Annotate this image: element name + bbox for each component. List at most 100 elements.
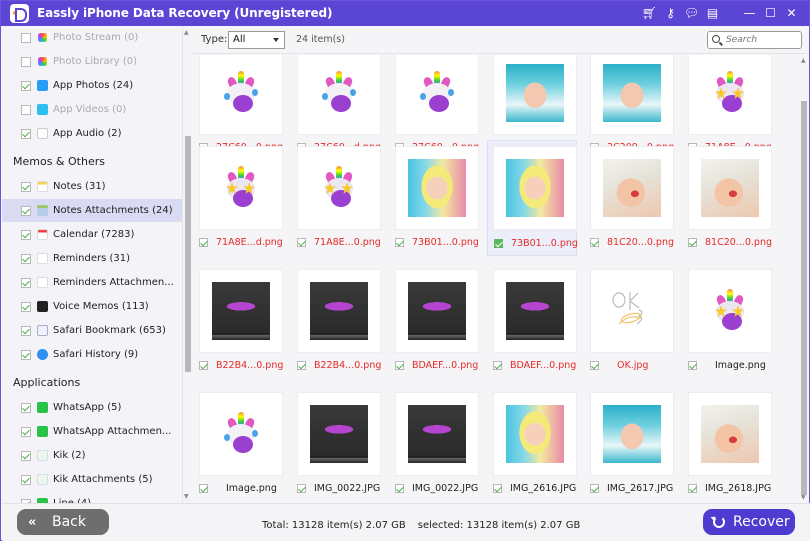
file-checkbox[interactable] — [590, 238, 599, 247]
scroll-up-arrow-icon[interactable]: ▲ — [801, 57, 806, 64]
sidebar-item-checkbox[interactable] — [21, 325, 31, 336]
file-item[interactable]: B22B4...0.png — [291, 263, 381, 379]
file-thumbnail[interactable] — [688, 146, 772, 230]
sidebar-item[interactable]: Photo Library (0) — [2, 50, 182, 73]
cart-icon[interactable]: 🛒︎ — [640, 4, 659, 23]
file-thumbnail[interactable] — [590, 55, 674, 135]
sidebar-item-checkbox[interactable] — [21, 32, 31, 43]
sidebar-item-checkbox[interactable] — [21, 253, 31, 264]
file-thumbnail[interactable] — [688, 392, 772, 476]
sidebar-item-checkbox[interactable] — [21, 349, 31, 360]
file-thumbnail[interactable] — [297, 146, 381, 230]
file-thumbnail[interactable] — [688, 269, 772, 353]
grid-scroll-thumb[interactable] — [801, 101, 807, 495]
file-checkbox[interactable] — [493, 484, 502, 493]
file-thumbnail[interactable] — [199, 269, 283, 353]
sidebar-scroll-thumb[interactable] — [185, 136, 191, 372]
type-dropdown[interactable]: All — [228, 31, 285, 49]
sidebar-item[interactable]: Kik (2) — [2, 444, 182, 467]
file-item[interactable]: 73B01...0.png — [389, 140, 479, 256]
file-item[interactable]: IMG_2617.JPG — [584, 386, 674, 502]
file-checkbox[interactable] — [199, 361, 208, 370]
file-checkbox[interactable] — [688, 484, 697, 493]
file-checkbox[interactable] — [493, 361, 502, 370]
recover-button[interactable]: Recover — [703, 509, 795, 535]
scroll-down-arrow-icon[interactable]: ▼ — [184, 493, 189, 500]
sidebar-item[interactable]: Line (4) — [2, 492, 182, 503]
file-checkbox[interactable] — [688, 238, 697, 247]
file-thumbnail[interactable] — [199, 392, 283, 476]
key-icon[interactable]: ⚷ — [661, 4, 680, 23]
sidebar-item[interactable]: WhatsApp Attachmen... — [2, 420, 182, 443]
sidebar-item[interactable]: Safari Bookmark (653) — [2, 319, 182, 342]
file-checkbox[interactable] — [688, 361, 697, 370]
file-item[interactable]: 81C20...0.png — [584, 140, 674, 256]
file-thumbnail[interactable] — [395, 392, 479, 476]
file-checkbox[interactable] — [395, 361, 404, 370]
sidebar-item[interactable]: Reminders (31) — [2, 247, 182, 270]
file-item[interactable]: Image.png — [193, 386, 283, 502]
file-checkbox[interactable] — [297, 361, 306, 370]
file-thumbnail[interactable] — [395, 146, 479, 230]
file-item[interactable]: 73B01...0.png — [487, 140, 578, 256]
sidebar-item-checkbox[interactable] — [21, 450, 31, 461]
file-thumbnail[interactable] — [493, 146, 577, 230]
file-item[interactable]: Image.png — [682, 263, 772, 379]
sidebar-item-checkbox[interactable] — [21, 181, 31, 192]
file-item[interactable]: IMG_2616.JPG — [487, 386, 577, 502]
sidebar-item-checkbox[interactable] — [21, 301, 31, 312]
file-thumbnail[interactable] — [590, 146, 674, 230]
file-checkbox[interactable] — [494, 239, 503, 248]
sidebar-item-checkbox[interactable] — [21, 205, 31, 216]
sidebar-item[interactable]: App Videos (0) — [2, 98, 182, 121]
sidebar-item-checkbox[interactable] — [21, 56, 31, 67]
file-checkbox[interactable] — [395, 238, 404, 247]
file-thumbnail[interactable] — [395, 55, 479, 135]
file-thumbnail[interactable] — [590, 269, 674, 353]
sidebar-item[interactable]: Reminders Attachmen... — [2, 271, 182, 294]
file-thumbnail[interactable] — [395, 269, 479, 353]
scroll-down-arrow-icon[interactable]: ▼ — [801, 494, 806, 501]
file-checkbox[interactable] — [297, 484, 306, 493]
sidebar-item-checkbox[interactable] — [21, 128, 31, 139]
search-input[interactable] — [726, 33, 798, 47]
sidebar-item[interactable]: Kik Attachments (5) — [2, 468, 182, 491]
file-item[interactable]: B22B4...0.png — [193, 263, 283, 379]
close-icon[interactable]: ✕ — [782, 4, 801, 23]
back-button[interactable]: « Back — [17, 509, 109, 535]
scroll-up-arrow-icon[interactable]: ▲ — [184, 29, 189, 36]
minimize-icon[interactable]: — — [740, 4, 759, 23]
sidebar-item[interactable]: Photo Stream (0) — [2, 26, 182, 49]
file-checkbox[interactable] — [297, 238, 306, 247]
file-thumbnail[interactable] — [688, 55, 772, 135]
sidebar-item[interactable]: Voice Memos (113) — [2, 295, 182, 318]
file-item[interactable]: IMG_2618.JPG — [682, 386, 772, 502]
sidebar-item-checkbox[interactable] — [21, 277, 31, 288]
file-item[interactable]: OK.jpg — [584, 263, 674, 379]
file-item[interactable]: 71A8E...0.png — [291, 140, 381, 256]
sidebar-item-checkbox[interactable] — [21, 229, 31, 240]
sidebar-item[interactable]: Notes Attachments (24) — [2, 199, 182, 222]
file-item[interactable]: IMG_0022.JPG — [389, 386, 479, 502]
file-thumbnail[interactable] — [199, 55, 283, 135]
sidebar-item-checkbox[interactable] — [21, 80, 31, 91]
file-checkbox[interactable] — [199, 484, 208, 493]
sidebar-item[interactable]: Notes (31) — [2, 175, 182, 198]
sidebar-item-checkbox[interactable] — [21, 474, 31, 485]
register-icon[interactable]: ▤ — [703, 4, 722, 23]
file-thumbnail[interactable] — [199, 146, 283, 230]
file-thumbnail[interactable] — [493, 55, 577, 135]
file-thumbnail[interactable] — [493, 392, 577, 476]
sidebar-item-checkbox[interactable] — [21, 104, 31, 115]
file-checkbox[interactable] — [199, 238, 208, 247]
search-box[interactable] — [707, 31, 802, 49]
sidebar-item[interactable]: App Photos (24) — [2, 74, 182, 97]
file-thumbnail[interactable] — [297, 269, 381, 353]
file-item[interactable]: BDAEF...0.png — [487, 263, 577, 379]
file-thumbnail[interactable] — [297, 392, 381, 476]
file-checkbox[interactable] — [590, 484, 599, 493]
grid-scrollbar[interactable]: ▲ ▼ — [799, 55, 809, 503]
file-thumbnail[interactable] — [493, 269, 577, 353]
sidebar-item[interactable]: App Audio (2) — [2, 122, 182, 145]
sidebar-item[interactable]: WhatsApp (5) — [2, 396, 182, 419]
